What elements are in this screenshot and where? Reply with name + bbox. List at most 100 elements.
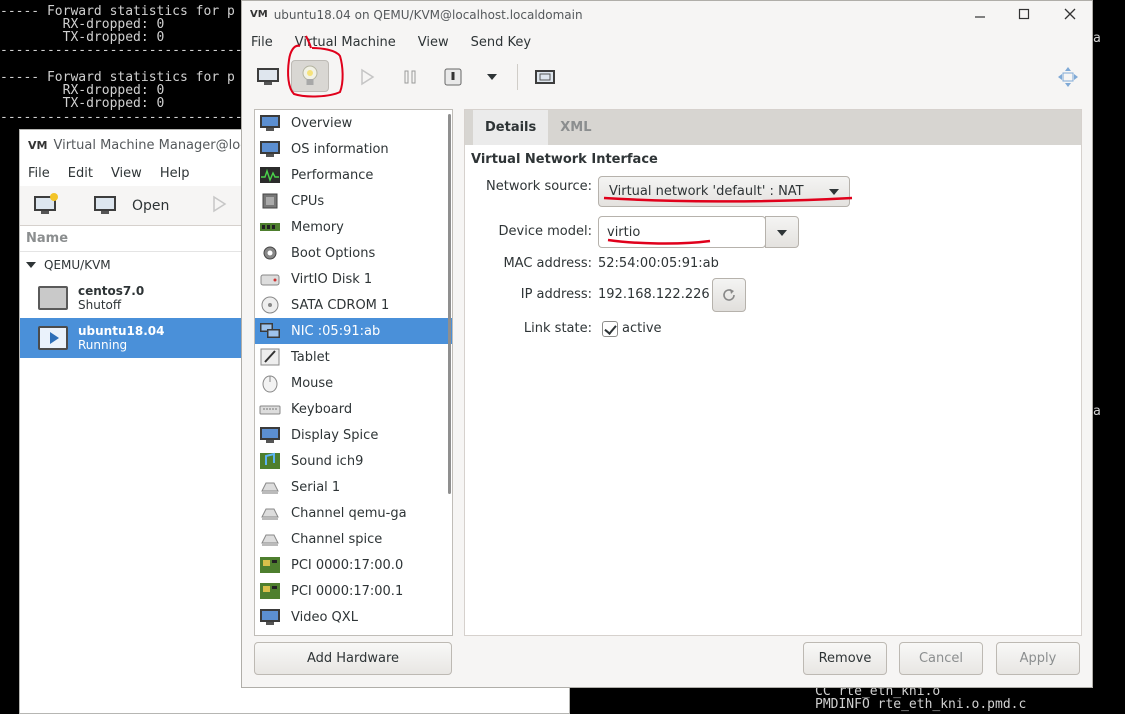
link-state-checkbox[interactable] [602,321,618,337]
pause-button[interactable] [392,62,428,92]
remove-button[interactable]: Remove [803,642,887,675]
hardware-item-display-spice[interactable]: Display Spice [255,422,452,448]
hardware-item-label: Overview [291,115,353,131]
hardware-item-label: Channel spice [291,531,383,547]
maximize-icon[interactable] [1014,5,1034,23]
cancel-button[interactable]: Cancel [899,642,983,675]
device-model-label: Device model: [498,224,592,239]
hardware-item-performance[interactable]: Performance [255,162,452,188]
vm-titlebar: VM ubuntu18.04 on QEMU/KVM@localhost.loc… [242,1,1092,28]
hardware-item-pci-0000-17-00-1[interactable]: PCI 0000:17:00.1 [255,578,452,604]
device-model-dropdown-button[interactable] [765,216,799,248]
device-model-combo[interactable]: virtio [598,216,766,248]
new-vm-icon[interactable] [32,192,60,220]
run-button[interactable] [349,62,385,92]
hardware-item-label: Mouse [291,375,334,391]
console-view-button[interactable] [250,62,286,92]
run-icon[interactable] [211,195,227,217]
hardware-item-overview[interactable]: Overview [255,110,452,136]
move-arrows-icon [1058,67,1078,87]
vm-running-icon [38,326,68,350]
hardware-item-mouse[interactable]: Mouse [255,370,452,396]
vm-menu-virtual-machine[interactable]: Virtual Machine [295,35,396,50]
hardware-item-memory[interactable]: Memory [255,214,452,240]
keyboard-icon [259,399,281,419]
vm-menu-send-key[interactable]: Send Key [471,35,531,50]
pci-icon [259,581,281,601]
hardware-item-pci-0000-17-00-0[interactable]: PCI 0000:17:00.0 [255,552,452,578]
hardware-item-label: Video QXL [291,609,358,625]
power-icon [444,68,462,86]
chevron-down-icon [487,74,497,80]
terminal-line: PMDINFO rte_eth_kni.o.pmd.c [815,697,1027,712]
hardware-item-serial-1[interactable]: Serial 1 [255,474,452,500]
network-source-dropdown[interactable]: Virtual network 'default' : NAT [598,176,850,207]
details-tabs: Details XML [465,110,1081,145]
device-model-value: virtio [607,224,641,240]
hardware-item-sata-cdrom-1[interactable]: SATA CDROM 1 [255,292,452,318]
add-hardware-button[interactable]: Add Hardware [254,642,452,675]
hardware-item-label: Channel qemu-ga [291,505,407,521]
manager-menu-file[interactable]: File [28,166,50,181]
hardware-item-label: Serial 1 [291,479,341,495]
network-source-label: Network source: [486,179,592,194]
monitor-icon [259,425,281,445]
refresh-icon [723,289,735,301]
hardware-item-channel-qemu-ga[interactable]: Channel qemu-ga [255,500,452,526]
shutdown-button[interactable] [435,62,471,92]
tab-xml[interactable]: XML [548,110,603,145]
details-view-button[interactable] [291,60,329,92]
apply-button[interactable]: Apply [996,642,1080,675]
hardware-item-label: Memory [291,219,344,235]
manager-menu-edit[interactable]: Edit [68,166,93,181]
vm-toolbar [242,56,1092,98]
performance-icon [259,165,281,185]
hardware-item-sound-ich9[interactable]: Sound ich9 [255,448,452,474]
resize-to-vm-button[interactable] [1050,62,1086,92]
hardware-item-channel-spice[interactable]: Channel spice [255,526,452,552]
hardware-item-nic-05-91-ab[interactable]: NIC :05:91:ab [255,318,452,344]
hardware-item-label: Boot Options [291,245,376,261]
hardware-item-label: OS information [291,141,389,157]
connection-label: QEMU/KVM [44,258,111,272]
hardware-item-video-qxl[interactable]: Video QXL [255,604,452,630]
vm-menu-file[interactable]: File [251,35,273,50]
hardware-item-tablet[interactable]: Tablet [255,344,452,370]
fullscreen-button[interactable] [527,62,563,92]
cpu-icon [259,191,281,211]
hardware-list-scrollbar[interactable] [448,114,451,494]
refresh-ip-button[interactable] [712,278,746,312]
monitor-icon [259,113,281,133]
open-button-label[interactable]: Open [132,198,169,214]
memory-icon [259,217,281,237]
hardware-list: Overview OS information Performance CPUs Mem… [254,109,453,636]
expander-down-icon [26,262,36,268]
manager-menu-view[interactable]: View [111,166,142,181]
hardware-item-keyboard[interactable]: Keyboard [255,396,452,422]
shutdown-menu-button[interactable] [474,62,510,92]
open-console-icon[interactable] [92,192,118,220]
hardware-item-virtio-disk-1[interactable]: VirtIO Disk 1 [255,266,452,292]
details-pane: Details XML Virtual Network Interface Ne… [464,109,1082,636]
mac-address-value: 52:54:00:05:91:ab [598,256,719,271]
vm-name: centos7.0 [78,284,145,298]
link-state-value[interactable]: active [622,321,662,336]
hardware-item-boot-options[interactable]: Boot Options [255,240,452,266]
chevron-down-icon [829,189,839,195]
hardware-item-label: VirtIO Disk 1 [291,271,373,287]
hardware-item-label: Sound ich9 [291,453,364,469]
close-icon[interactable] [1060,5,1080,23]
ip-address-value: 192.168.122.226 [598,287,710,302]
vm-menu-view[interactable]: View [418,35,449,50]
manager-menu-help[interactable]: Help [160,166,190,181]
vm-name: ubuntu18.04 [78,324,165,338]
vm-menubar: File Virtual Machine View Send Key [242,28,1092,56]
terminal-line: ------------------------------- [0,110,243,125]
tab-details[interactable]: Details [473,110,549,145]
minimize-icon[interactable] [970,5,990,23]
ip-address-label: IP address: [520,287,592,302]
hardware-item-os-information[interactable]: OS information [255,136,452,162]
hardware-item-label: NIC :05:91:ab [291,323,381,339]
hardware-item-cpus[interactable]: CPUs [255,188,452,214]
chevron-down-icon [777,230,787,236]
